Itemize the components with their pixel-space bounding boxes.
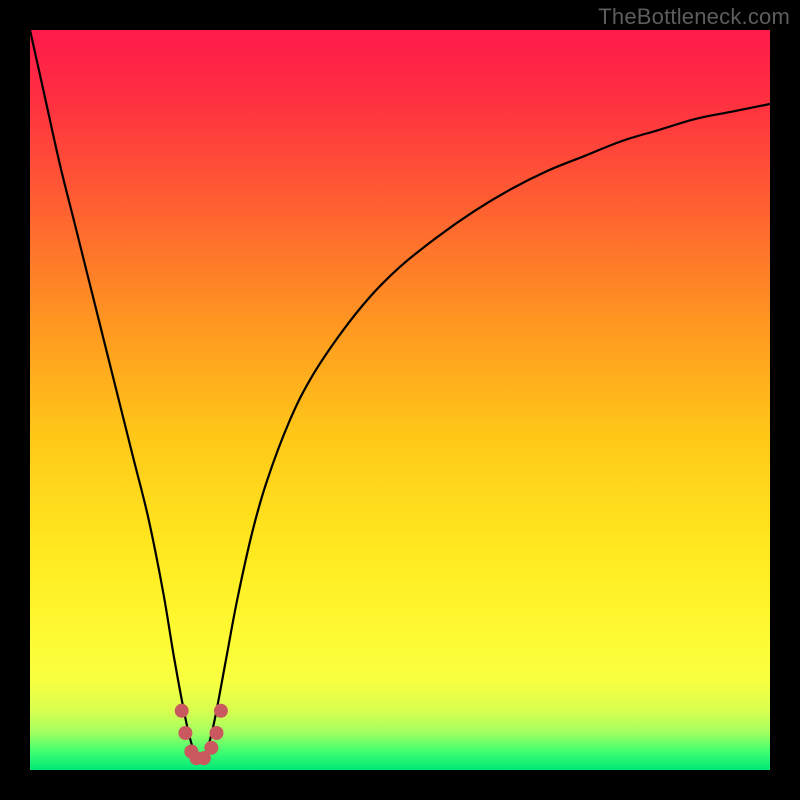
marker-dot bbox=[175, 704, 189, 718]
plot-area bbox=[30, 30, 770, 770]
outer-frame: TheBottleneck.com bbox=[0, 0, 800, 800]
marker-dot bbox=[204, 741, 218, 755]
marker-dot bbox=[178, 726, 192, 740]
gradient-background bbox=[30, 30, 770, 770]
marker-dot bbox=[209, 726, 223, 740]
watermark-text: TheBottleneck.com bbox=[598, 4, 790, 30]
marker-dot bbox=[214, 704, 228, 718]
chart-svg bbox=[30, 30, 770, 770]
